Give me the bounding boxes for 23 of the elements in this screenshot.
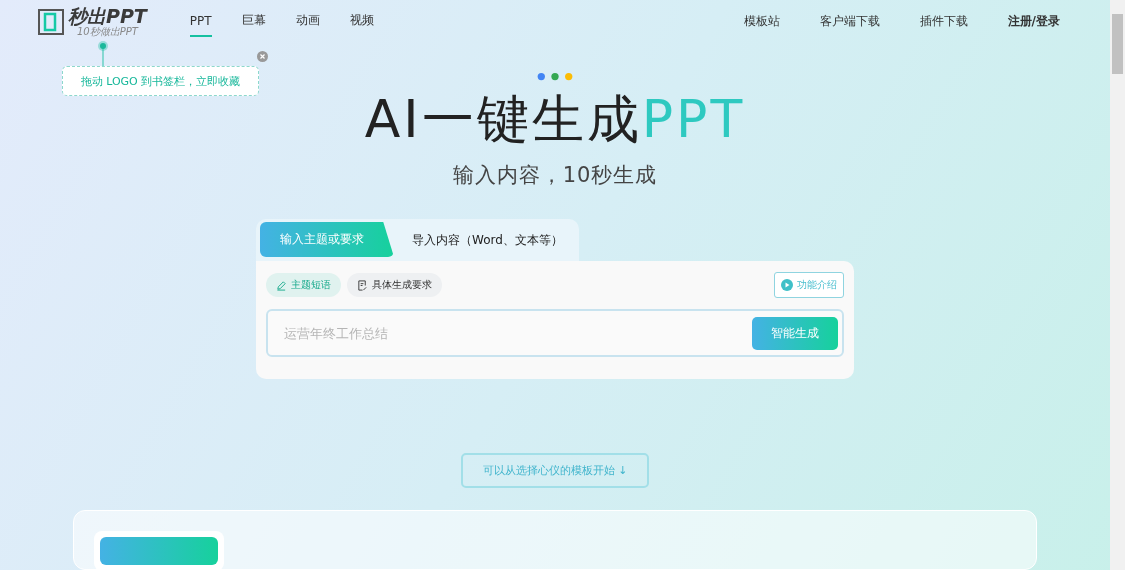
nav-tab[interactable]: 视频 <box>349 6 374 38</box>
mode-chip[interactable]: 具体生成要求 <box>347 273 442 297</box>
nav-link[interactable]: 模板站 <box>743 13 780 31</box>
close-icon[interactable] <box>257 51 268 62</box>
document-icon <box>357 279 368 291</box>
scrollbar[interactable] <box>1110 0 1125 570</box>
hero-subtitle: 输入内容，10秒生成 <box>452 162 658 189</box>
scrollbar-thumb[interactable] <box>1112 14 1123 74</box>
input-tab[interactable]: 导入内容（Word、文本等） <box>394 219 581 261</box>
nav-tab[interactable]: 动画 <box>295 6 320 38</box>
bookmark-tooltip: 拖动 LOGO 到书签栏，立即收藏 <box>62 66 259 96</box>
nav-link[interactable]: 客户端下载 <box>819 13 880 31</box>
nav-tab[interactable]: 巨幕 <box>241 6 266 38</box>
logo-tagline: 10秒做出PPT <box>76 26 138 38</box>
play-icon <box>781 279 793 291</box>
pen-icon <box>276 279 287 291</box>
logo-icon[interactable] <box>38 8 64 35</box>
hero-title: AI一键生成PPT <box>364 88 746 151</box>
dots-icon <box>535 71 575 81</box>
nav-tab[interactable]: PPT <box>189 6 212 38</box>
logo-name[interactable]: 秒出PPT <box>68 6 147 27</box>
login-link[interactable]: 注册/登录 <box>1007 13 1060 31</box>
nav-link[interactable]: 插件下载 <box>919 13 968 31</box>
